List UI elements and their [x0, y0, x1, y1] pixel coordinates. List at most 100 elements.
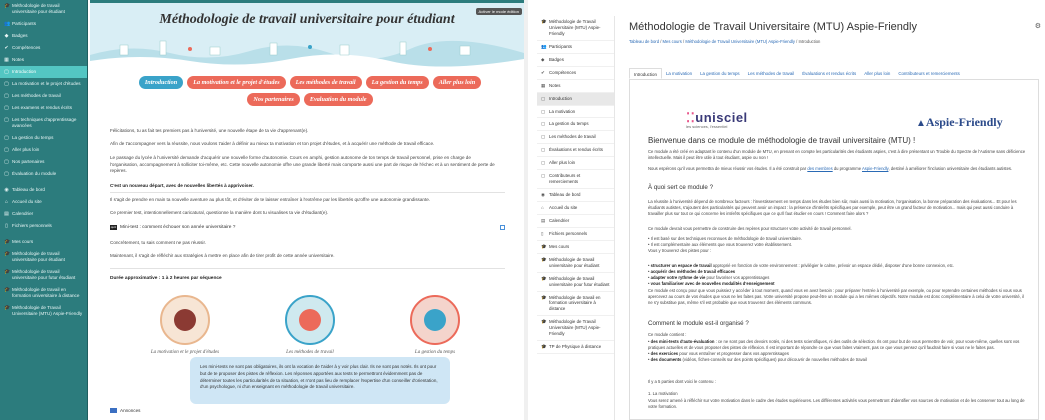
bullet-list: • Il est basé sur des techniques reconnu…	[648, 236, 1028, 254]
sidebar-item-fichiers-personnels[interactable]: ▯ Fichiers personnels	[0, 220, 87, 232]
sidebar-item-methodologie-de-travail-en-formation-uni[interactable]: 🎓 Méthodologie de travail en formation un…	[537, 292, 614, 317]
sidebar-item-methodologie-de-travail-universitaire-mt[interactable]: 🎓 Méthodologie de Travail Universitaire (…	[0, 302, 87, 320]
tab-methodes[interactable]: Les méthodes de travail	[744, 68, 799, 79]
sidebar-item-methodologie-de-travail-universitaire-po[interactable]: 🎓 Méthodologie de travail universitaire p…	[0, 266, 87, 284]
folder-icon: ▢	[4, 158, 9, 165]
quiz-link[interactable]: quiz Mini-test : comment échouer son ann…	[110, 225, 235, 230]
file-icon: ▯	[541, 230, 544, 236]
sidebar-item-introduction[interactable]: ▢ Introduction	[0, 65, 87, 78]
gestion-temps-illustration[interactable]	[410, 295, 460, 345]
tab-motivation[interactable]: La motivation et le projet d'études	[187, 76, 286, 89]
gear-icon[interactable]: ⚙	[1035, 22, 1041, 30]
tab-introduction[interactable]: Introduction	[138, 76, 184, 89]
sidebar-item-participants[interactable]: 👥 Participants	[0, 18, 87, 30]
sidebar-item-label: Fichiers personnels	[12, 222, 52, 228]
welcome-heading: Bienvenue dans ce module de méthodologie…	[648, 136, 916, 145]
graduation-cap-icon: 🎓	[541, 256, 547, 262]
tab-partenaires[interactable]: Nos partenaires	[247, 93, 300, 106]
info-box: Les mini-tests ne sont pas obligatoires,…	[190, 357, 450, 404]
members-link[interactable]: des membres	[807, 166, 832, 171]
paragraph: Nous espérons qu'il vous permettra de mi…	[648, 166, 1013, 171]
sidebar-item-participants[interactable]: 👥 Participants	[537, 41, 614, 54]
sidebar-item-calendrier[interactable]: ▤ Calendrier	[537, 215, 614, 228]
tab-gestion-temps[interactable]: La gestion du temps	[365, 76, 429, 89]
sidebar-item-les-examens-et-rendus-ecrits[interactable]: ▢ Les examens et rendus écrits	[0, 102, 87, 114]
sidebar-item-methodologie-de-travail-universitaire-mt[interactable]: 🎓 Méthodologie de Travail Universitaire (…	[537, 316, 614, 342]
sidebar-item-tableau-de-bord[interactable]: ◉ Tableau de bord	[537, 189, 614, 202]
sidebar-item-label: Les méthodes de travail	[12, 92, 61, 98]
sidebar-item-notes[interactable]: ▦ Notes	[537, 80, 614, 93]
sidebar-item-tp-de-physique-a-distance[interactable]: 🎓 TP de Physique à distance	[537, 341, 614, 355]
aspie-friendly-logo[interactable]: ▲Aspie-Friendly	[916, 115, 1003, 130]
sidebar-item-evaluation-du-module[interactable]: ▢ Évaluation du module	[0, 168, 87, 180]
sidebar-item-methodologie-de-travail-en-formation-uni[interactable]: 🎓 Méthodologie de travail en formation un…	[0, 284, 87, 302]
sidebar-item-badges[interactable]: ◆ Badges	[0, 30, 87, 42]
sidebar-item-les-methodes-de-travail[interactable]: ▢ Les méthodes de travail	[537, 131, 614, 145]
sidebar-item-label: Méthodologie de travail universitaire po…	[12, 250, 65, 262]
home-icon: ⌂	[4, 198, 9, 205]
methodes-illustration[interactable]	[285, 295, 335, 345]
sidebar-item-notes[interactable]: ▦ Notes	[0, 54, 87, 66]
sidebar-item-nos-partenaires[interactable]: ▢ Nos partenaires	[0, 156, 87, 168]
sidebar-item-la-motivation[interactable]: ▢ La motivation	[537, 106, 614, 119]
intro-paragraph: Afin de t'accompagner vers la réussite, …	[110, 141, 435, 146]
divider	[110, 192, 505, 193]
unisciel-logo[interactable]: ⁚⁚unisciel les sciences, l'essentiel	[686, 110, 748, 129]
folder-icon: ▢	[541, 147, 546, 153]
tab-evaluations[interactable]: Évaluations et rendus écrits	[798, 68, 860, 79]
sidebar-item-la-gestion-du-temps[interactable]: ▢ La gestion du temps	[537, 118, 614, 132]
sidebar-item-contributeurs-et-remerciements[interactable]: ▢ Contributeurs et remerciements	[537, 170, 614, 190]
sidebar-item-competences[interactable]: ✔ Compétences	[0, 42, 87, 54]
tab-motivation[interactable]: La motivation	[662, 68, 696, 79]
sidebar-item-accueil-du-site[interactable]: ⌂ Accueil du site	[0, 196, 87, 208]
tab-evaluation[interactable]: Evaluation du module	[303, 93, 373, 106]
tab-aller-plus-loin[interactable]: Aller plus loin	[432, 76, 482, 89]
sidebar-item-label: Accueil du site	[12, 198, 42, 204]
sidebar-item-accueil-du-site[interactable]: ⌂ Accueil du site	[537, 202, 614, 215]
graduation-cap-icon: 🎓	[4, 304, 11, 311]
sidebar-item-tableau-de-bord[interactable]: ◉ Tableau de bord	[0, 184, 87, 196]
tab-aller-plus-loin[interactable]: Aller plus loin	[860, 68, 894, 79]
tab-contributeurs[interactable]: Contributeurs et remerciements	[894, 68, 964, 79]
breadcrumb-course[interactable]: Méthodologie de Travail Universitaire (M…	[685, 39, 795, 44]
sidebar-item-calendrier[interactable]: ▤ Calendrier	[0, 208, 87, 220]
sidebar-item-mes-cours[interactable]: 🎓 Mes cours	[537, 241, 614, 254]
sidebar-item-les-techniques-d-apprentissage-avancees[interactable]: ▢ Les techniques d'apprentissage avancées	[0, 114, 87, 132]
sidebar-item-label: Tableau de bord	[549, 192, 581, 198]
sidebar-item-mes-cours[interactable]: 🎓 Mes cours	[0, 236, 87, 248]
sidebar-item-methodologie-de-travail-universitaire-po[interactable]: 🎓 Méthodologie de travail universitaire p…	[0, 248, 87, 266]
shield-icon: ◆	[4, 32, 9, 39]
bullet-list: • des mini-tests d'auto-évaluation : ce …	[648, 339, 1028, 363]
sidebar-item-evaluations-et-rendus-ecrits[interactable]: ▢ Évaluations et rendus écrits	[537, 144, 614, 158]
sidebar-item-introduction[interactable]: ▢ Introduction	[537, 92, 614, 106]
aspie-friendly-link[interactable]: Aspie-Friendly	[862, 166, 888, 171]
sidebar-item-aller-plus-loin[interactable]: ▢ Aller plus loin	[0, 144, 87, 156]
sidebar-item-competences[interactable]: ✔ Compétences	[537, 67, 614, 80]
scrollbar[interactable]	[524, 0, 528, 420]
sidebar-item-fichiers-personnels[interactable]: ▯ Fichiers personnels	[537, 228, 614, 241]
sidebar-item-methodologie-de-travail-universitaire-po[interactable]: 🎓 Méthodologie de travail universitaire p…	[537, 254, 614, 273]
annonces-label: Annonces	[120, 408, 141, 413]
sidebar-item-label: Compétences	[12, 44, 41, 50]
completion-checkbox[interactable]	[500, 225, 505, 230]
annonces-link[interactable]: Annonces	[110, 408, 140, 413]
tab-introduction[interactable]: Introduction	[629, 68, 662, 79]
sidebar-item-methodologie-de-travail-universitaire-mt[interactable]: 🎓 Méthodologie de Travail Universitaire (…	[537, 16, 614, 41]
sidebar-item-les-methodes-de-travail[interactable]: ▢ Les méthodes de travail	[0, 90, 87, 102]
sidebar-item-methodologie-de-travail-universitaire-po[interactable]: 🎓 Méthodologie de travail universitaire p…	[537, 273, 614, 292]
sidebar-item-aller-plus-loin[interactable]: ▢ Aller plus loin	[537, 157, 614, 171]
home-icon: ⌂	[541, 205, 544, 210]
users-icon: 👥	[541, 43, 547, 49]
tab-methodes[interactable]: Les méthodes de travail	[289, 76, 362, 89]
breadcrumb-my-courses[interactable]: Mes cours	[663, 39, 682, 44]
tab-gestion-temps[interactable]: La gestion du temps	[696, 68, 744, 79]
sidebar-item-methodologie-de-travail-universitaire-po[interactable]: 🎓 Méthodologie de travail universitaire p…	[0, 0, 87, 18]
sidebar-item-la-motivation-et-le-projet-d-etudes[interactable]: ▢ La motivation et le projet d'études	[0, 78, 87, 90]
sidebar-item-la-gestion-du-temps[interactable]: ▢ La gestion du temps	[0, 132, 87, 144]
edit-mode-button[interactable]: Activer le mode édition	[475, 8, 522, 15]
sidebar-item-badges[interactable]: ◆ Badges	[537, 54, 614, 67]
folder-icon: ▢	[4, 104, 9, 111]
breadcrumb-dashboard[interactable]: Tableau de bord	[629, 39, 659, 44]
sidebar-item-label: Évaluations et rendus écrits	[549, 147, 603, 153]
motivation-illustration[interactable]	[160, 295, 210, 345]
